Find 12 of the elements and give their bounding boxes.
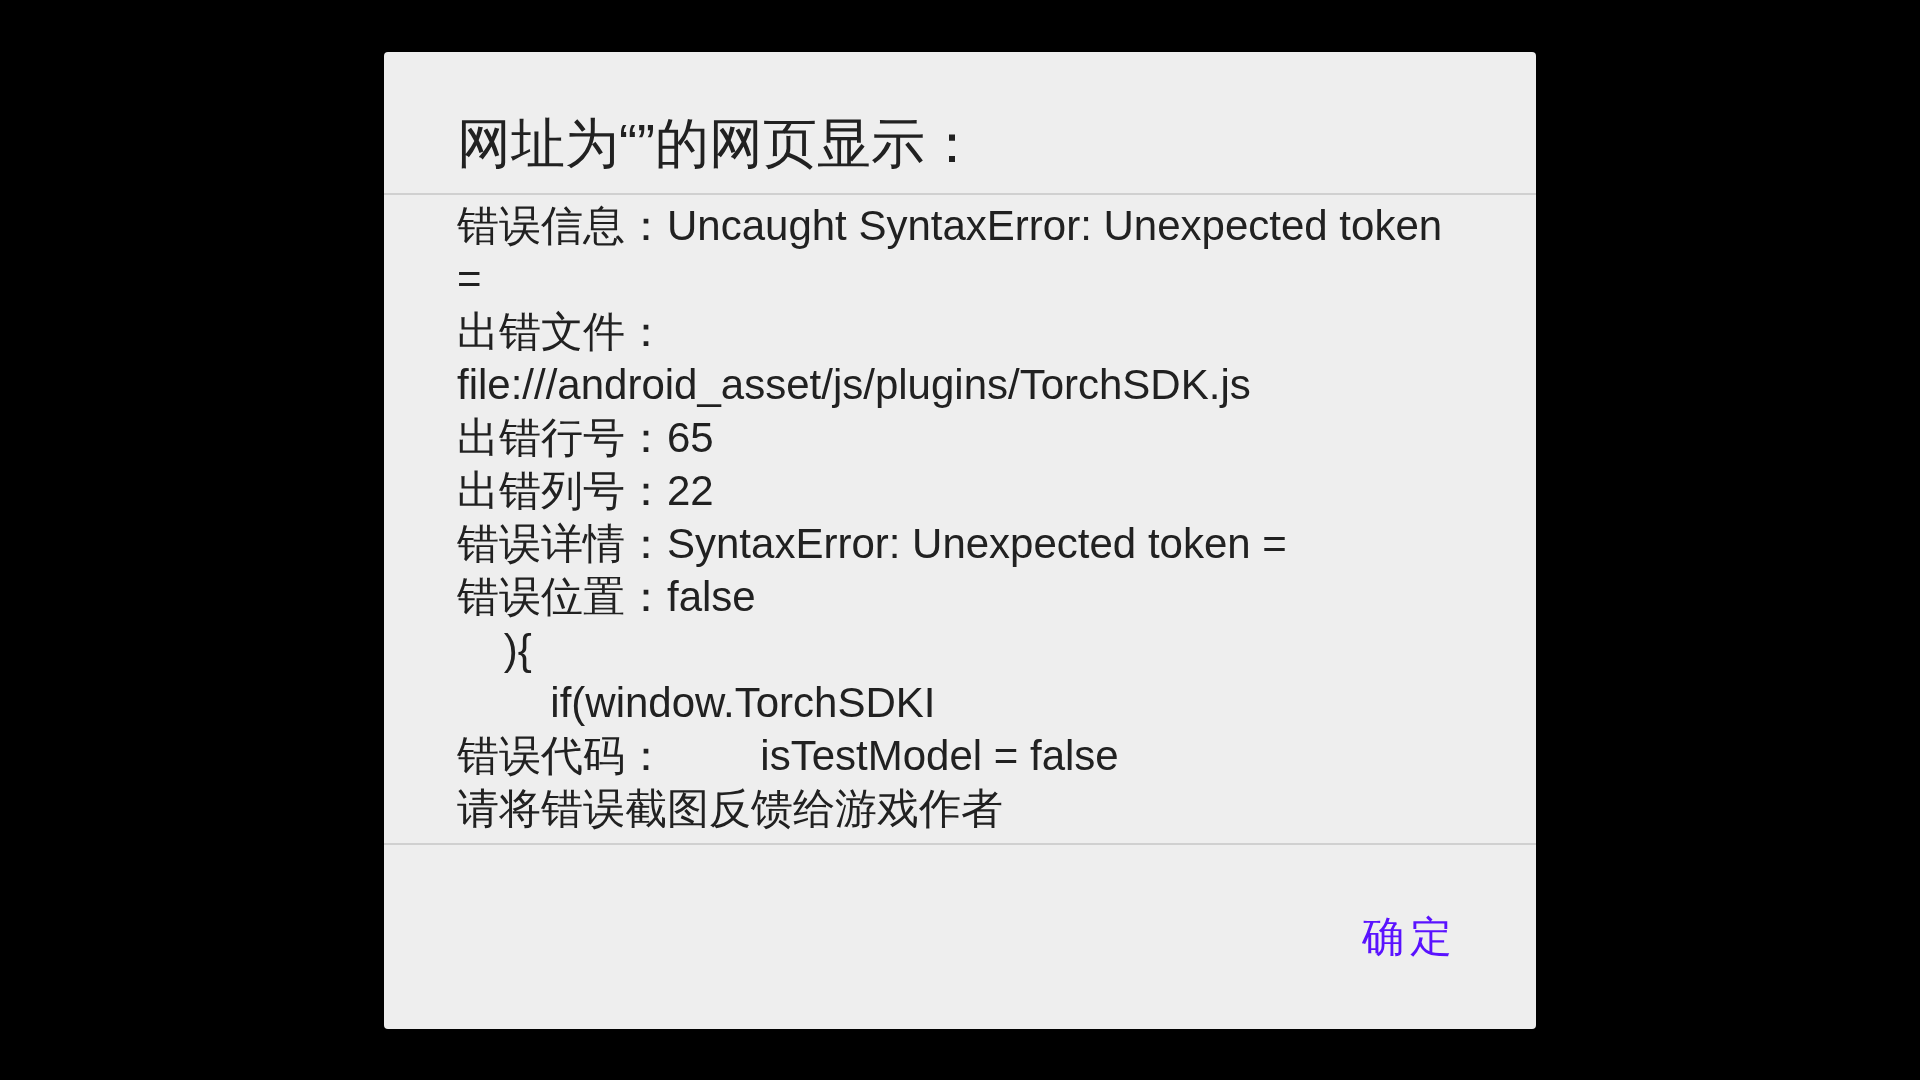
dialog-title: 网址为“”的网页显示： [456,111,980,175]
message-line: 出错列号：22 [457,465,715,516]
message-line: 错误信息：Uncaught SyntaxError: Unexpected token = [457,200,1444,304]
message-line: 错误详情：SyntaxError: Unexpected token = [457,518,1288,569]
message-line: 出错文件：file:///android_asset/js/plugins/TorchSDK.js [457,306,1252,410]
message-line: 错误位置：false [457,571,757,622]
message-line: if(window.TorchSDKI [549,677,937,728]
message-line: 错误代码： isTestModel = false [457,730,1120,781]
message-line: ){ [502,624,533,675]
message-line: 出错行号：65 [457,412,715,463]
ok-button[interactable]: 确定 [1354,904,1466,969]
message-line: 请将错误截图反馈给游戏作者 [457,783,1004,834]
